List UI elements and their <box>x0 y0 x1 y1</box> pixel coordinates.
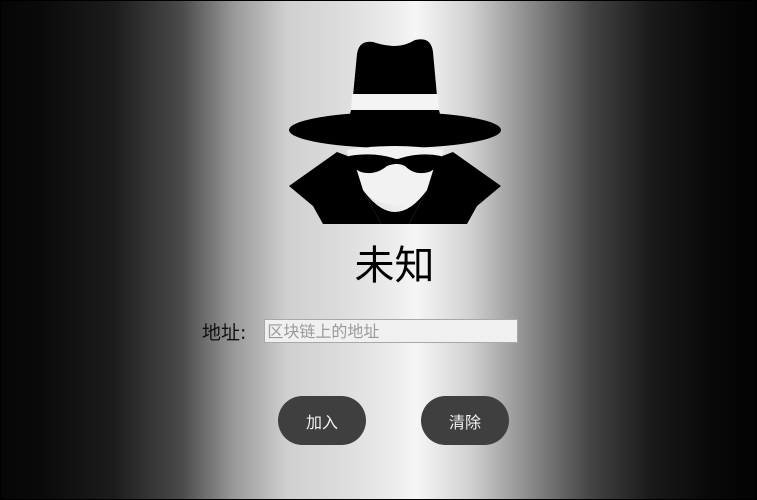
incognito-spy-icon <box>289 34 501 226</box>
address-label: 地址: <box>202 321 247 344</box>
status-label: 未知 <box>354 243 435 289</box>
address-input[interactable] <box>264 319 519 343</box>
address-row: 地址: <box>202 317 519 345</box>
clear-button[interactable]: 清除 <box>421 396 509 445</box>
add-button[interactable]: 加入 <box>278 396 366 445</box>
